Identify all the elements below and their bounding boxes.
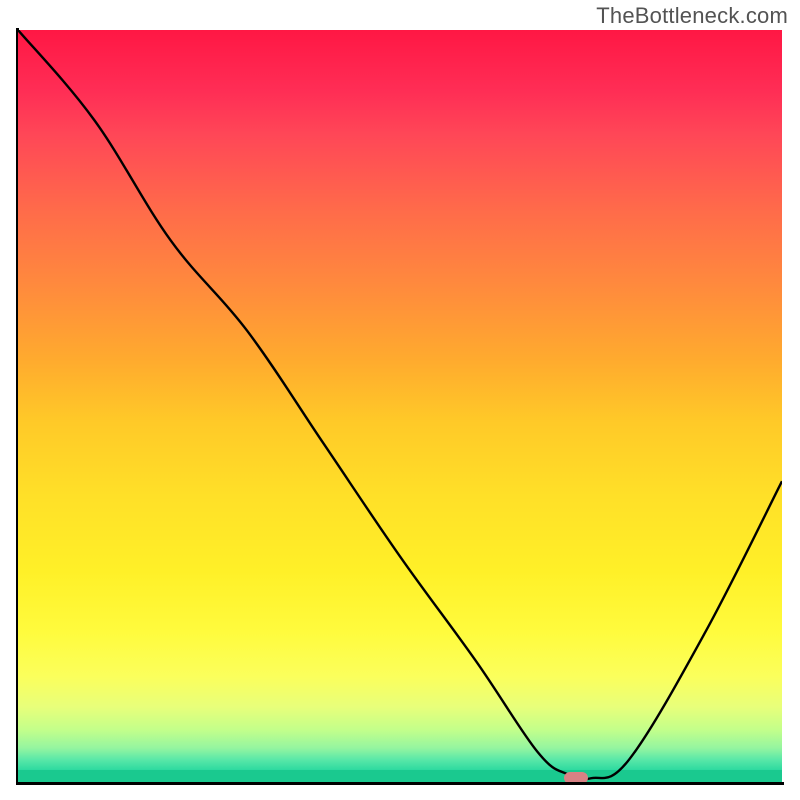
plot-area: [18, 30, 782, 782]
x-axis: [16, 782, 784, 785]
chart-container: TheBottleneck.com: [0, 0, 800, 800]
gradient-background: [18, 30, 782, 782]
watermark-text: TheBottleneck.com: [596, 3, 788, 29]
bottom-green-strip: [18, 770, 782, 782]
optimal-point-marker: [564, 772, 588, 782]
